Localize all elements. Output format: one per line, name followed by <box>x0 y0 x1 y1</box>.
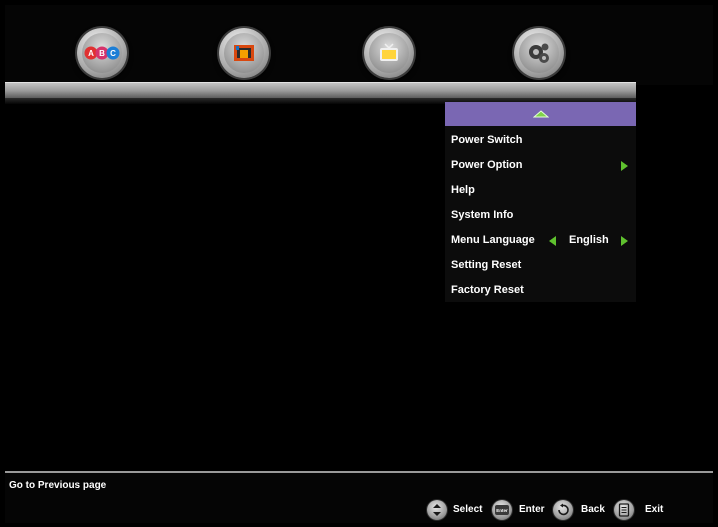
menu-item-label: System Info <box>451 209 514 221</box>
help-hint: Go to Previous page <box>9 480 107 491</box>
back-key-icon <box>553 500 573 520</box>
enter-key-icon: Enter <box>492 500 512 520</box>
gear-icon <box>519 33 559 73</box>
menu-item-label: Setting Reset <box>451 259 522 271</box>
menu-item-label: Factory Reset <box>451 284 524 296</box>
tv-category-button[interactable] <box>364 28 414 78</box>
menu-rail <box>5 82 636 98</box>
abc-letter-c: C <box>110 49 116 58</box>
menu-item-power-option[interactable]: Power Option <box>445 153 636 178</box>
enter-key-label: Enter <box>519 504 545 515</box>
photo-category-button[interactable] <box>219 28 269 78</box>
setup-category-button[interactable] <box>514 28 564 78</box>
enter-key-icon-text: Enter <box>496 508 508 513</box>
back-key-label: Back <box>581 504 605 515</box>
scroll-up-button[interactable] <box>445 102 636 126</box>
menu-item-menu-language[interactable]: Menu Language English <box>445 228 636 253</box>
abc-icon: A B C <box>82 33 122 73</box>
menu-item-label: Power Option <box>451 159 523 171</box>
menu-item-power-switch[interactable]: Power Switch <box>445 128 636 153</box>
photo-icon <box>224 33 264 73</box>
up-arrow-icon <box>532 105 549 123</box>
menu-item-label: Power Switch <box>451 134 523 146</box>
chevron-left-icon[interactable] <box>549 236 556 246</box>
menu-item-label: Help <box>451 184 475 196</box>
settings-menu: Power Switch Power Option Help System In… <box>445 102 636 302</box>
chevron-right-icon[interactable] <box>621 236 628 246</box>
exit-key-label: Exit <box>645 504 664 515</box>
select-key-label: Select <box>453 504 483 515</box>
language-value: English <box>569 234 609 246</box>
menu-item-help[interactable]: Help <box>445 178 636 203</box>
abc-letter-a: A <box>88 49 94 58</box>
chevron-right-icon <box>621 161 628 171</box>
settings-screen: A B C Power Switch Power Option Help Sys… <box>0 0 718 527</box>
abc-letter-b: B <box>99 49 105 58</box>
menu-item-setting-reset[interactable]: Setting Reset <box>445 253 636 278</box>
exit-key-icon <box>614 500 634 520</box>
menu-item-factory-reset[interactable]: Factory Reset <box>445 278 636 303</box>
menu-item-system-info[interactable]: System Info <box>445 203 636 228</box>
menu-item-label: Menu Language <box>451 234 535 246</box>
abc-category-button[interactable]: A B C <box>77 28 127 78</box>
select-key-icon <box>427 500 447 520</box>
tv-icon <box>369 33 409 73</box>
help-bar: Go to Previous page Select Enter Enter B… <box>5 471 713 523</box>
